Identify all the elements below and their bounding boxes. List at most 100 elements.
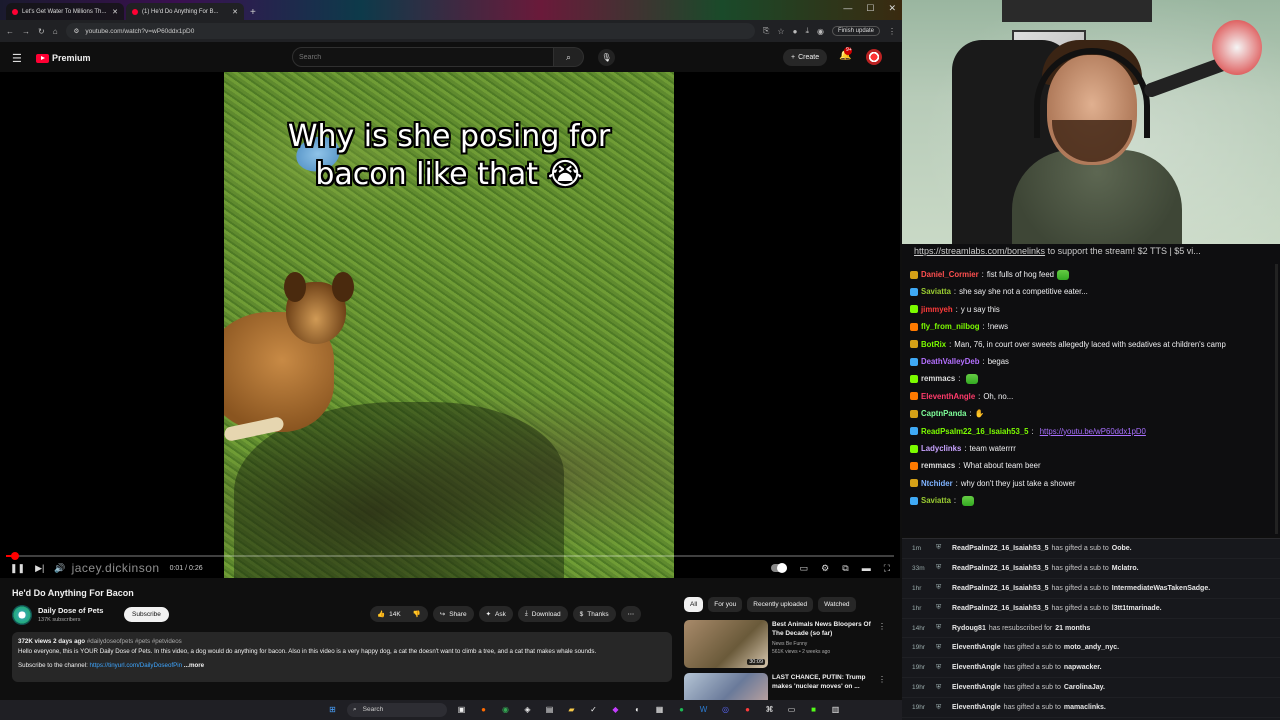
spotify-icon[interactable]: ● [674, 702, 689, 717]
chat-username[interactable]: Ntchider [921, 475, 953, 492]
search-icon[interactable]: ⌕ [554, 47, 584, 67]
close-tab-icon[interactable]: ✕ [112, 8, 118, 16]
youtube-logo[interactable]: Premium [36, 53, 91, 63]
download-icon[interactable]: ⤓ [805, 26, 809, 36]
fullscreen-icon[interactable]: ⛶ [884, 563, 890, 574]
discord-icon[interactable]: ◎ [718, 702, 733, 717]
chip-for-you[interactable]: For you [708, 597, 743, 612]
site-info-icon[interactable]: ⚙ [74, 27, 80, 35]
app-icon[interactable]: ▦ [652, 702, 667, 717]
activity-event[interactable]: 1m ⛨ ReadPsalm22_16_Isaiah53_5 has gifted a… [902, 539, 1280, 559]
tab-water[interactable]: Let's Get Water To Millions Th... ✕ [6, 3, 124, 20]
account-avatar[interactable] [866, 49, 882, 65]
home-icon[interactable]: ⌂ [53, 27, 58, 36]
subscribe-button[interactable]: Subscribe [124, 607, 169, 622]
share-button[interactable]: ↪ Share [432, 606, 474, 622]
rec-menu-icon[interactable]: ⋮ [878, 622, 886, 631]
chat-scrollbar[interactable] [1275, 264, 1278, 534]
hamburger-menu-icon[interactable]: ☰ [12, 52, 32, 65]
task-view-icon[interactable]: ▣ [454, 702, 469, 717]
chat-username[interactable]: fly_from_nilbog [921, 318, 979, 335]
chat-username[interactable]: Saviatta [921, 492, 951, 509]
rec-title[interactable]: Best Animals News Bloopers Of The Decade… [772, 620, 880, 638]
captions-icon[interactable]: ▭ [800, 563, 809, 574]
pause-icon[interactable]: ❚❚ [10, 563, 25, 574]
theater-mode-icon[interactable]: ▬ [862, 563, 871, 573]
more-actions-button[interactable]: ⋯ [620, 606, 642, 622]
chat-username[interactable]: CaptnPanda [921, 405, 967, 422]
channel-name[interactable]: Daily Dose of Pets [38, 606, 103, 615]
activity-event[interactable]: 1hr ⛨ ReadPsalm22_16_Isaiah53_5 has gifted … [902, 599, 1280, 619]
thumbs-down-icon[interactable]: 👎 [413, 610, 421, 618]
profile-icon[interactable]: ◉ [817, 27, 824, 36]
app-icon[interactable]: ● [740, 702, 755, 717]
app-icon[interactable]: ✓ [586, 702, 601, 717]
ask-button[interactable]: ✦ Ask [478, 606, 513, 622]
chat-username[interactable]: EleventhAngle [921, 388, 975, 405]
rec-menu-icon[interactable]: ⋮ [878, 675, 886, 684]
next-icon[interactable]: ▶| [35, 563, 44, 574]
finish-update-button[interactable]: Finish update [831, 26, 880, 36]
settings-gear-icon[interactable]: ⚙ [821, 563, 829, 574]
browser-icon[interactable]: ● [476, 702, 491, 717]
streamlabs-link[interactable]: https://streamlabs.com/bonelinks [914, 246, 1045, 256]
notifications-bell-icon[interactable]: 🔔 9+ [839, 47, 852, 61]
reload-icon[interactable]: ↻ [38, 27, 45, 36]
chat-username[interactable]: remmacs [921, 370, 955, 387]
hashtags[interactable]: #dailydoseofpets #pets #petvideos [87, 638, 182, 645]
rec-item[interactable]: 30:09 Best Animals News Bloopers Of The … [684, 620, 894, 670]
close-tab-icon[interactable]: ✕ [232, 8, 238, 16]
chip-recently-uploaded[interactable]: Recently uploaded [747, 597, 814, 612]
miniplayer-icon[interactable]: ⧉ [842, 563, 848, 574]
back-icon[interactable]: ← [6, 27, 14, 36]
new-tab-icon[interactable]: + [246, 7, 260, 20]
extension-icon[interactable]: ● [793, 27, 798, 36]
chat-link[interactable]: https://youtu.be/wP60ddx1pD0 [1040, 423, 1146, 440]
maximize-icon[interactable]: ☐ [866, 3, 874, 14]
subscribe-link[interactable]: https://tinyurl.com/DailyDoseofPin [90, 662, 183, 669]
download-button[interactable]: ⤓ Download [517, 606, 568, 622]
app-icon[interactable]: ▤ [542, 702, 557, 717]
video-description[interactable]: 372K views 2 days ago #dailydoseofpets #… [12, 632, 672, 682]
video-player[interactable]: Why is she posing for bacon like that 😭 … [0, 72, 900, 578]
minimize-icon[interactable]: — [843, 3, 852, 14]
progress-knob[interactable] [11, 552, 19, 560]
chrome-icon[interactable]: ◉ [498, 702, 513, 717]
chat-username[interactable]: Daniel_Cormier [921, 266, 979, 283]
search-input[interactable] [292, 47, 554, 67]
app-icon[interactable]: ◈ [520, 702, 535, 717]
thanks-button[interactable]: $ Thanks [572, 606, 616, 622]
app-icon[interactable]: ◆ [608, 702, 623, 717]
activity-event[interactable]: 19hr ⛨ EleventhAngle has gifted a sub to Car… [902, 678, 1280, 699]
taskbar-search[interactable]: ⌕ Search [347, 702, 447, 717]
activity-event[interactable]: 19hr ⛨ EleventhAngle has gifted a sub to mam… [902, 698, 1280, 719]
activity-event[interactable]: 33m ⛨ ReadPsalm22_16_Isaiah53_5 has gifted … [902, 559, 1280, 579]
rec-title[interactable]: LAST CHANCE, PUTIN: Trump makes 'nuclear… [772, 673, 880, 691]
volume-icon[interactable]: 🔊 [54, 563, 65, 574]
kick-icon[interactable]: ■ [806, 702, 821, 717]
activity-event[interactable]: 1hr ⛨ ReadPsalm22_16_Isaiah53_5 has gifted … [902, 579, 1280, 599]
install-icon[interactable]: ⎘ [763, 26, 769, 36]
app-icon[interactable]: ▭ [784, 702, 799, 717]
activity-event[interactable]: 14hr ⛨ Rydoug81 has resubscribed for 21 mont… [902, 619, 1280, 639]
bookmark-star-icon[interactable]: ☆ [777, 27, 784, 36]
chat-username[interactable]: BotRix [921, 336, 946, 353]
chip-watched[interactable]: Watched [818, 597, 856, 612]
app-icon[interactable]: ▥ [828, 702, 843, 717]
chat-username[interactable]: remmacs [921, 457, 955, 474]
app-icon[interactable]: ⌘ [762, 702, 777, 717]
forward-icon[interactable]: → [22, 27, 30, 36]
more-button[interactable]: ...more [184, 662, 204, 669]
chat-username[interactable]: ReadPsalm22_16_Isaiah53_5 [921, 423, 1029, 440]
app-icon[interactable]: ◐ [630, 702, 645, 717]
address-bar[interactable]: ⚙ youtube.com/watch?v=wP60ddx1pD0 [65, 23, 756, 39]
activity-event[interactable]: 19hr ⛨ EleventhAngle has gifted a sub to nap… [902, 658, 1280, 679]
chat-username[interactable]: Saviatta [921, 283, 951, 300]
voice-search-icon[interactable]: 🎙 [598, 49, 615, 66]
progress-bar[interactable] [6, 552, 894, 560]
rec-channel[interactable]: News Be Funny [772, 640, 830, 648]
create-button[interactable]: + Create [783, 49, 828, 66]
tab-bacon[interactable]: (1) He'd Do Anything For B... ✕ [126, 3, 244, 20]
activity-event[interactable]: 19hr ⛨ EleventhAngle has gifted a sub to mot… [902, 638, 1280, 659]
word-icon[interactable]: W [696, 702, 711, 717]
